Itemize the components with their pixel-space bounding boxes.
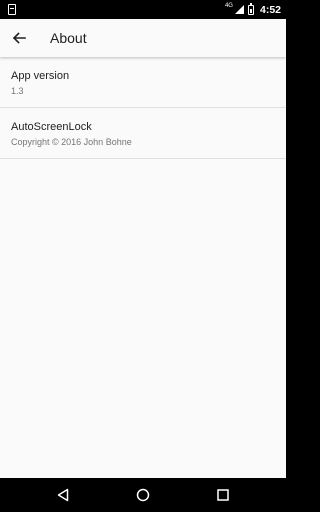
- arrow-left-icon: [12, 32, 26, 44]
- triangle-back-icon: [57, 488, 69, 502]
- notification-icon: [8, 4, 16, 15]
- signal-icon: [234, 5, 244, 14]
- navigation-bar: [0, 478, 286, 512]
- screen: 4G 4:52 About App version 1.3 AutoScreen…: [0, 0, 286, 512]
- item-title: App version: [11, 70, 70, 82]
- circle-home-icon: [136, 488, 150, 502]
- item-subtitle: 1.3: [11, 86, 24, 96]
- battery-icon: [247, 2, 254, 15]
- nav-back-button[interactable]: [54, 486, 72, 504]
- app-bar: About: [0, 19, 286, 57]
- status-icons: 4G 4:52: [223, 0, 281, 19]
- nav-home-button[interactable]: [134, 486, 152, 504]
- network-type-label: 4G: [224, 2, 233, 9]
- status-clock: 4:52: [259, 3, 281, 16]
- item-title: AutoScreenLock: [11, 121, 92, 133]
- item-subtitle: Copyright © 2016 John Bohne: [11, 137, 132, 147]
- back-button[interactable]: [6, 25, 32, 51]
- status-bar: 4G 4:52: [0, 0, 286, 19]
- page-title: About: [50, 30, 87, 46]
- about-list: App version 1.3 AutoScreenLock Copyright…: [0, 57, 286, 159]
- square-recents-icon: [217, 489, 229, 501]
- list-item-app-info[interactable]: AutoScreenLock Copyright © 2016 John Boh…: [0, 108, 286, 159]
- nav-recents-button[interactable]: [214, 486, 232, 504]
- list-item-app-version[interactable]: App version 1.3: [0, 57, 286, 108]
